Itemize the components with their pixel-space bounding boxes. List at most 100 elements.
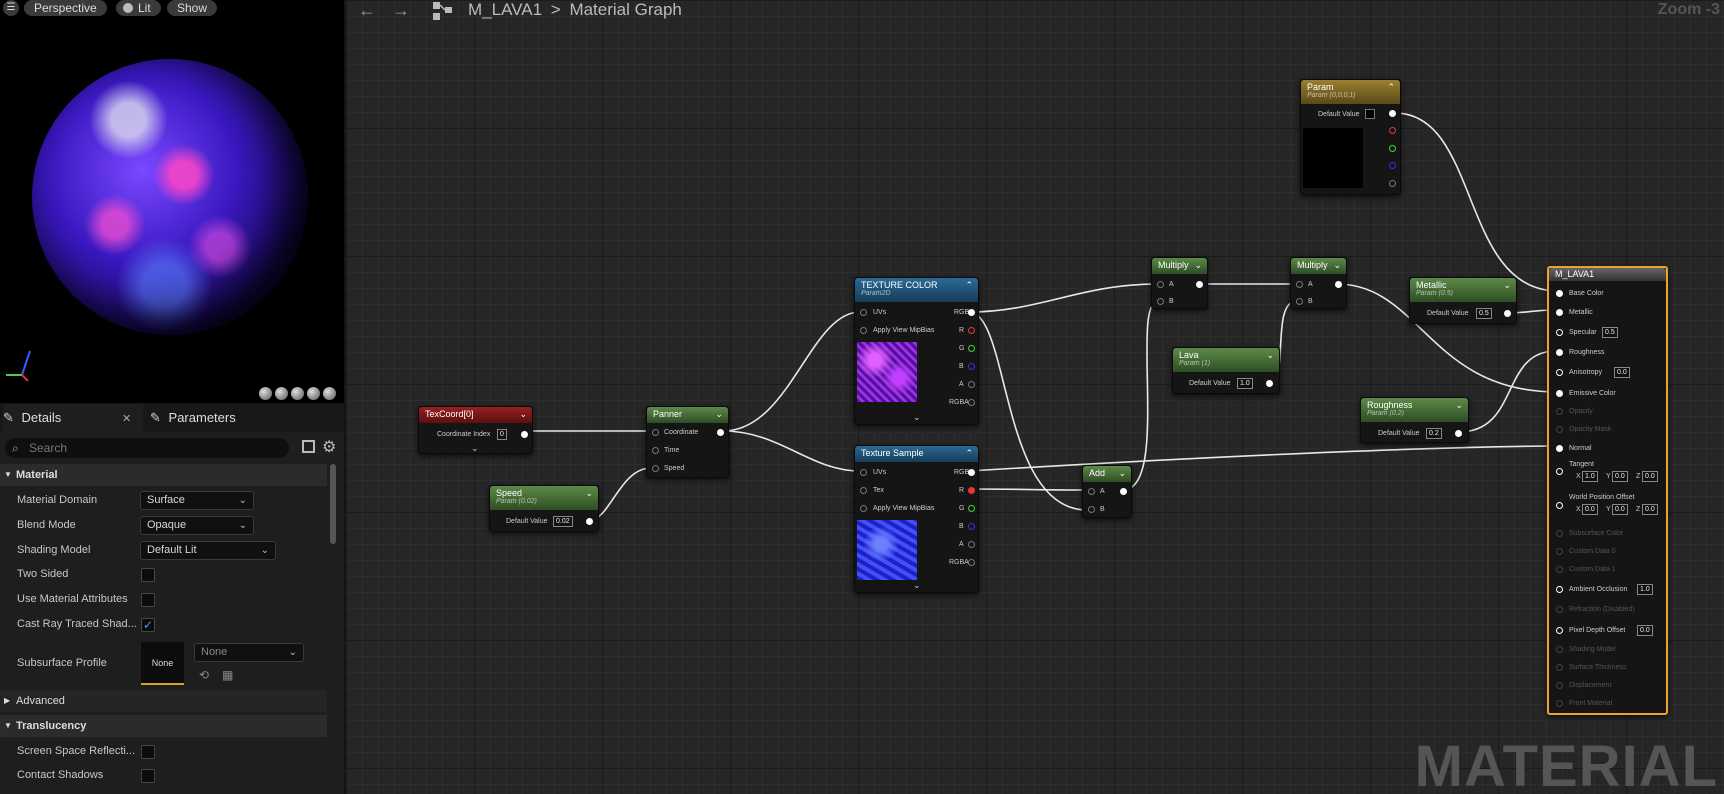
- node-metallic[interactable]: Metallic Param (0.5) ⌄ Default Value 0.5: [1409, 277, 1517, 324]
- perspective-button[interactable]: Perspective: [24, 0, 107, 16]
- r-output-pin[interactable]: [968, 327, 975, 334]
- material-domain-combo[interactable]: Surface ⌄: [140, 491, 254, 510]
- opacity-mask-pin[interactable]: [1556, 426, 1563, 433]
- node-header[interactable]: Metallic Param (0.5) ⌄: [1410, 278, 1516, 302]
- node-lava[interactable]: Lava Param (1) ⌄ Default Value 1.0: [1172, 347, 1280, 394]
- input-pin-a[interactable]: [1157, 281, 1164, 288]
- input-pin-a[interactable]: [1088, 488, 1095, 495]
- base-color-pin[interactable]: [1556, 290, 1563, 297]
- input-pin-a[interactable]: [1296, 281, 1303, 288]
- node-header[interactable]: TexCoord[0] ⌄: [419, 407, 532, 423]
- default-value-field[interactable]: 0.5: [1476, 308, 1492, 319]
- ao-pin[interactable]: [1556, 586, 1563, 593]
- show-button[interactable]: Show: [167, 0, 218, 16]
- node-roughness[interactable]: Roughness Param (0.2) ⌄ Default Value 0.2: [1360, 397, 1469, 443]
- output-pin[interactable]: [1335, 281, 1342, 288]
- wpo-y-value[interactable]: 0.0: [1612, 504, 1628, 515]
- chevron-down-icon[interactable]: ⌄: [715, 409, 723, 420]
- normal-pin[interactable]: [1556, 445, 1563, 452]
- input-pin[interactable]: [652, 429, 659, 436]
- expand-chevron-icon[interactable]: ⌄: [471, 443, 479, 454]
- output-pin[interactable]: [521, 431, 528, 438]
- displacement-pin[interactable]: [1556, 682, 1563, 689]
- expand-chevron-icon[interactable]: ⌄: [913, 580, 921, 591]
- node-header[interactable]: TEXTURE COLOR Param2D ⌃: [855, 278, 978, 302]
- collapse-icon[interactable]: ⌃: [1387, 82, 1395, 93]
- output-pin[interactable]: [586, 518, 593, 525]
- collapse-icon[interactable]: ⌃: [965, 448, 973, 459]
- back-arrow-icon[interactable]: ←: [358, 0, 376, 21]
- surface-thickness-pin[interactable]: [1556, 664, 1563, 671]
- color-swatch[interactable]: [1365, 109, 1375, 119]
- scrollbar[interactable]: [330, 464, 336, 544]
- node-param[interactable]: Param Param (0,0,0,1) ⌃ Default Value: [1300, 79, 1401, 195]
- section-translucency[interactable]: ▼ Translucency: [0, 715, 327, 737]
- shading-model-combo[interactable]: Default Lit ⌄: [140, 541, 276, 560]
- material-preview-viewport[interactable]: ☰ Perspective Lit Show: [0, 0, 344, 403]
- wpo-pin[interactable]: [1556, 502, 1563, 509]
- screen-space-reflections-checkbox[interactable]: [141, 745, 155, 759]
- rgb-output-pin[interactable]: [1389, 110, 1396, 117]
- tangent-z-value[interactable]: 0.0: [1642, 471, 1658, 482]
- g-output-pin[interactable]: [1389, 145, 1396, 152]
- anisotropy-pin[interactable]: [1556, 369, 1563, 376]
- b-output-pin[interactable]: [968, 523, 975, 530]
- node-multiply-1[interactable]: Multiply ⌄ A B: [1151, 257, 1208, 309]
- node-texture-color[interactable]: TEXTURE COLOR Param2D ⌃ UVs Apply View Mip…: [854, 277, 979, 425]
- opacity-pin[interactable]: [1556, 408, 1563, 415]
- specular-pin[interactable]: [1556, 329, 1563, 336]
- node-header[interactable]: Speed Param (0.02) ⌄: [490, 486, 598, 510]
- shading-model-pin[interactable]: [1556, 646, 1563, 653]
- contact-shadows-checkbox[interactable]: [141, 769, 155, 783]
- rgba-output-pin[interactable]: [968, 399, 975, 406]
- gear-icon[interactable]: ⚙: [322, 437, 336, 457]
- input-pin[interactable]: [652, 465, 659, 472]
- use-material-attributes-checkbox[interactable]: [141, 593, 155, 607]
- table-view-icon[interactable]: [302, 440, 315, 453]
- tangent-y-value[interactable]: 0.0: [1612, 471, 1628, 482]
- preview-mesh-icon[interactable]: [323, 387, 336, 400]
- node-add[interactable]: Add ⌄ A B: [1082, 465, 1132, 518]
- wpo-z-value[interactable]: 0.0: [1642, 504, 1658, 515]
- preview-cylinder-icon[interactable]: [291, 387, 304, 400]
- node-header[interactable]: Panner ⌄: [647, 407, 728, 423]
- pdo-value[interactable]: 0.0: [1637, 625, 1653, 636]
- node-material-root[interactable]: M_LAVA1 Base Color Metallic Specular 0.5…: [1547, 266, 1668, 715]
- output-pin[interactable]: [1266, 380, 1273, 387]
- b-output-pin[interactable]: [1389, 162, 1396, 169]
- tab-parameters[interactable]: ✎ Parameters: [150, 404, 236, 432]
- lit-button[interactable]: Lit: [116, 0, 161, 16]
- node-texcoord[interactable]: TexCoord[0] ⌄ Coordinate Index 0 ⌄: [418, 406, 533, 454]
- node-texture-sample[interactable]: Texture Sample ⌃ UVs Tex Apply View MipBi…: [854, 445, 979, 593]
- preview-sphere-icon[interactable]: [275, 387, 288, 400]
- node-header[interactable]: Multiply ⌄: [1291, 258, 1346, 274]
- chevron-down-icon[interactable]: ⌄: [1503, 280, 1511, 291]
- section-material[interactable]: ▼ Material: [0, 464, 327, 486]
- input-pin[interactable]: [860, 327, 867, 334]
- wpo-x-value[interactable]: 0.0: [1582, 504, 1598, 515]
- custom1-pin[interactable]: [1556, 566, 1563, 573]
- chevron-down-icon[interactable]: ⌄: [1455, 400, 1463, 411]
- g-output-pin[interactable]: [968, 505, 975, 512]
- input-pin[interactable]: [860, 487, 867, 494]
- chevron-down-icon[interactable]: ⌄: [1194, 260, 1202, 271]
- chevron-down-icon[interactable]: ⌄: [1118, 468, 1126, 479]
- r-output-pin[interactable]: [968, 487, 975, 494]
- b-output-pin[interactable]: [968, 363, 975, 370]
- breadcrumb-graph[interactable]: Material Graph: [569, 0, 681, 19]
- input-pin[interactable]: [652, 447, 659, 454]
- close-icon[interactable]: ✕: [122, 412, 131, 425]
- a-output-pin[interactable]: [1389, 180, 1396, 187]
- emissive-pin[interactable]: [1556, 390, 1563, 397]
- input-pin[interactable]: [860, 505, 867, 512]
- chevron-down-icon[interactable]: ⌄: [585, 488, 593, 499]
- blend-mode-combo[interactable]: Opaque ⌄: [140, 516, 254, 535]
- front-material-pin[interactable]: [1556, 700, 1563, 707]
- node-header[interactable]: Param Param (0,0,0,1) ⌃: [1301, 80, 1400, 104]
- search-input[interactable]: ⌕ Search: [5, 438, 289, 458]
- node-header[interactable]: M_LAVA1: [1549, 268, 1666, 281]
- subsurface-profile-combo[interactable]: None ⌄: [194, 643, 304, 662]
- specular-value[interactable]: 0.5: [1602, 327, 1618, 338]
- material-graph-canvas[interactable]: MATERIAL: [346, 0, 1724, 794]
- node-multiply-2[interactable]: Multiply ⌄ A B: [1290, 257, 1347, 309]
